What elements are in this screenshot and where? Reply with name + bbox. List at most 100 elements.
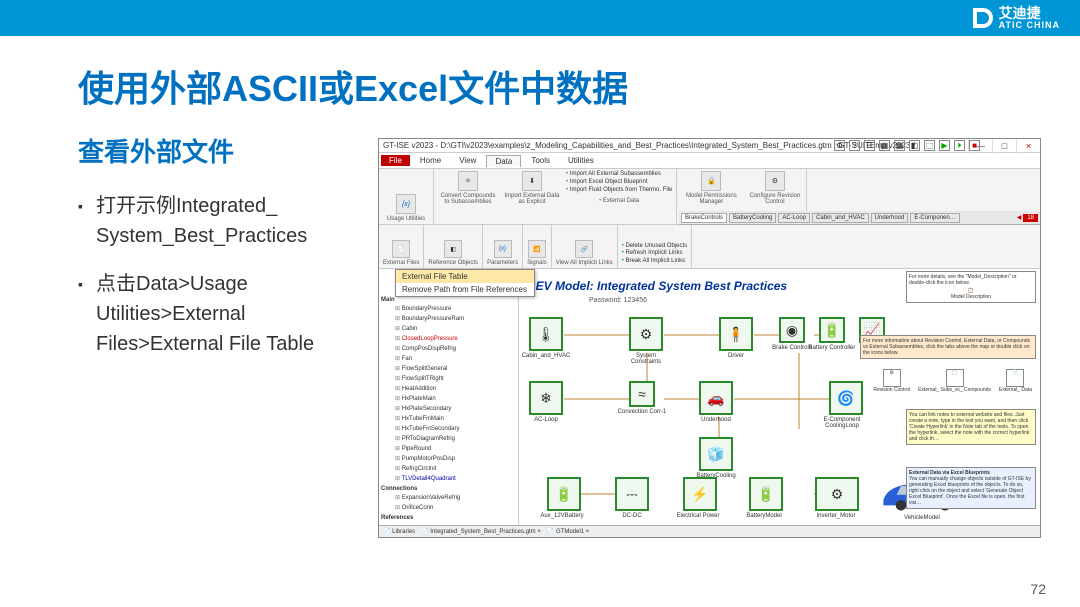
bottom-tab[interactable]: Integrated_System_Best_Practices.gtm × [421, 528, 541, 535]
canvas-tab[interactable]: Underhood [871, 213, 909, 223]
canvas-tab[interactable]: BrakeControls [681, 213, 727, 223]
model-permissions-button[interactable]: 🔒 [701, 171, 721, 191]
comp-ecool[interactable]: 🌀 [829, 381, 863, 415]
tree-item[interactable]: TLVDetail4Quadrant [381, 474, 516, 484]
comp-epower[interactable]: ⚡ [683, 477, 717, 511]
comp-inverter[interactable]: ⚙ [815, 477, 859, 511]
model-canvas[interactable]: BEV Model: Integrated System Best Practi… [519, 269, 1040, 525]
password-label: Password: 123456 [589, 297, 647, 304]
import-external-button[interactable]: ⬇ [522, 171, 542, 191]
info-details: For more details, see the "Model_Descrip… [906, 271, 1036, 303]
stop-icon[interactable]: ■ [969, 140, 980, 151]
comp-ac-loop[interactable]: ❄ [529, 381, 563, 415]
tab-home[interactable]: Home [412, 155, 449, 166]
model-title: BEV Model: Integrated System Best Practi… [527, 279, 787, 293]
convert-compounds-button[interactable]: ⚛ [458, 171, 478, 191]
tree-root[interactable]: Main [381, 297, 516, 303]
tab-data[interactable]: Data [486, 155, 521, 167]
revision-control-button[interactable]: ⚙ [765, 171, 785, 191]
tab-utilities[interactable]: Utilities [560, 155, 602, 166]
workspace: Main BoundaryPressureBoundaryPressureRam… [379, 269, 1040, 525]
tree-item[interactable]: BoundaryPressureRam [381, 314, 516, 324]
comp-cabin-hvac[interactable]: 🌡 [529, 317, 563, 351]
tree-item[interactable]: PipeRound [381, 444, 516, 454]
brand-en: ATIC CHINA [999, 20, 1060, 30]
qa-icon[interactable]: ☰ [864, 140, 875, 151]
link-import-sub[interactable]: Import All External Subassemblies [566, 171, 672, 179]
close-button[interactable]: × [1016, 139, 1040, 153]
bottom-tab[interactable]: Libraries [383, 528, 415, 535]
menu-remove-path[interactable]: Remove Path from File References [396, 283, 534, 296]
logo-d-icon [969, 6, 993, 30]
tree-item[interactable]: BoundaryPressure [381, 304, 516, 314]
break-links-button[interactable]: Break All Implicit Links [622, 258, 687, 266]
comp-underhood[interactable]: 🚗 [699, 381, 733, 415]
comp-driver[interactable]: 🧍 [719, 317, 753, 351]
qa-icon[interactable]: ? [849, 140, 860, 151]
ribbon-group-extdata: ⚛ Convert Compounds to Subassemblies ⬇ I… [434, 169, 677, 224]
comp-convection[interactable]: ≈ [629, 381, 655, 407]
tree-item[interactable]: HeatAddition [381, 384, 516, 394]
tree-item[interactable]: RefrigCircInit [381, 464, 516, 474]
tab-tools[interactable]: Tools [523, 155, 558, 166]
rev-ctrl-label: Configure Revision Control [747, 193, 802, 205]
maximize-button[interactable]: □ [992, 139, 1016, 153]
import-links: Import All External Subassemblies Import… [566, 171, 672, 206]
comp-batmodel[interactable]: 🔋 [749, 477, 783, 511]
refresh-links-button[interactable]: Refresh Implicit Links [622, 250, 687, 258]
qa-icon[interactable]: ▦ [879, 140, 890, 151]
grp-signals[interactable]: 📶Signals [523, 225, 552, 268]
tree-item[interactable]: OrificeConn [381, 503, 516, 513]
comp-system-constraints[interactable]: ⚙ [629, 317, 663, 351]
grp-params[interactable]: {x}Parameters [483, 225, 523, 268]
tree-connections[interactable]: Connections [381, 486, 516, 492]
link-import-fluid[interactable]: Import Fluid Objects from Thermo. File [566, 187, 672, 195]
comp-batcool[interactable]: 🧊 [699, 437, 733, 471]
tree-item[interactable]: FlowSplitTRight [381, 374, 516, 384]
grp-link-ops: Delete Unused Objects Refresh Implicit L… [618, 225, 692, 268]
grp-ext-files[interactable]: 📄External Files [379, 225, 424, 268]
tree-item[interactable]: Fan [381, 354, 516, 364]
canvas-tab[interactable]: AC-Loop [778, 213, 810, 223]
link-rev-control[interactable]: ⚙Revision Control [873, 369, 910, 393]
canvas-tab[interactable]: BatteryCooling [729, 213, 776, 223]
play-icon[interactable]: ▶ [939, 140, 950, 151]
tree-item[interactable]: ClosedLoopPressure [381, 334, 516, 344]
qa-icon[interactable]: ⚙ [834, 140, 845, 151]
tree-item[interactable]: FlowSplitGeneral [381, 364, 516, 374]
canvas-tab[interactable]: Cabin_and_HVAC [812, 213, 869, 223]
delete-unused-button[interactable]: Delete Unused Objects [622, 243, 687, 251]
canvas-tab-bar: BrakeControls BatteryCooling AC-Loop Cab… [679, 211, 1040, 225]
canvas-tab[interactable]: E-Componen… [910, 213, 959, 223]
qa-icon[interactable]: ◧ [909, 140, 920, 151]
usage-utilities-button[interactable]: {x} [396, 194, 416, 214]
comp-aux-12v[interactable]: 🔋 [547, 477, 581, 511]
tree-item[interactable]: HxTubeFinSecondary [381, 424, 516, 434]
file-tab[interactable]: File [381, 155, 410, 166]
link-import-excel[interactable]: Import Excel Object Blueprint [566, 179, 672, 187]
tab-view[interactable]: View [451, 155, 484, 166]
import-label: Import External Data as Explicit [502, 193, 562, 205]
menu-external-file-table[interactable]: External File Table [396, 270, 534, 283]
tree-references[interactable]: References [381, 515, 516, 521]
grp-ref-obj[interactable]: ◧Reference Objects [424, 225, 483, 268]
link-ext-data[interactable]: 📄External_ Data [999, 369, 1032, 393]
tree-item[interactable]: PRToDiagramRefrig [381, 434, 516, 444]
comp-brake[interactable]: ◉ [779, 317, 805, 343]
tree-item[interactable]: HxPlateSecondary [381, 404, 516, 414]
qa-icon[interactable]: ⬚ [924, 140, 935, 151]
tree-item[interactable]: PumpMotorPosDisp [381, 454, 516, 464]
link-ext-subs[interactable]: ⬚External_ Subs_vs_ Compounds [918, 369, 991, 393]
tab-count-badge: 18 [1023, 214, 1038, 222]
play-all-icon[interactable]: ⏵ [954, 140, 965, 151]
tree-item[interactable]: HxPlateMain [381, 394, 516, 404]
tree-item[interactable]: HxTubeFinMain [381, 414, 516, 424]
comp-dcdc[interactable]: ⎓ [615, 477, 649, 511]
tree-item[interactable]: CompPosDispRefrig [381, 344, 516, 354]
bottom-tab[interactable]: GTModel1 × [547, 528, 589, 535]
tree-item[interactable]: ExpansionValveRefrig [381, 493, 516, 503]
grp-view-all[interactable]: 🔗View All Implicit Links [552, 225, 618, 268]
qa-icon[interactable]: ▦ [894, 140, 905, 151]
comp-battery-ctrl[interactable]: 🔋 [819, 317, 845, 343]
tree-item[interactable]: Cabin [381, 324, 516, 334]
